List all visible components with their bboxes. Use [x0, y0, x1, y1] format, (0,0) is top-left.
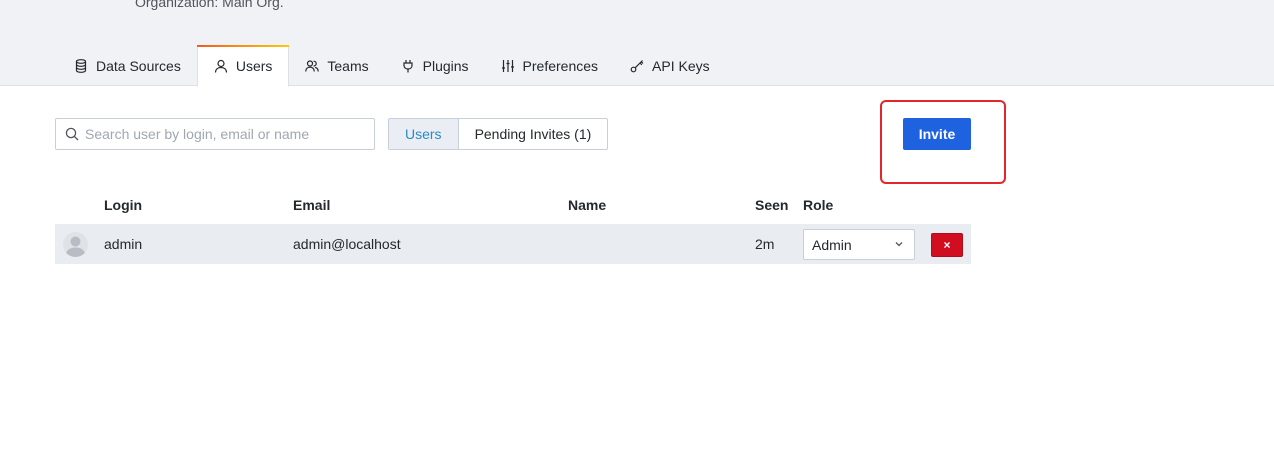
- filter-users-button[interactable]: Users: [389, 119, 459, 149]
- tab-api-keys[interactable]: API Keys: [614, 45, 726, 86]
- tab-label: Users: [235, 58, 273, 74]
- role-select[interactable]: Admin: [803, 229, 915, 260]
- user-seen: 2m: [755, 236, 775, 252]
- tab-label: Data Sources: [96, 57, 181, 74]
- users-icon: [305, 59, 320, 73]
- search-box: [55, 118, 375, 150]
- filter-pending-invites-button[interactable]: Pending Invites (1): [458, 119, 608, 149]
- tab-label: Preferences: [522, 57, 599, 74]
- page-header: Organization: Main Org. Data Sources Use…: [0, 0, 1274, 87]
- user-email: admin@localhost: [293, 236, 401, 252]
- delete-user-button[interactable]: ×: [931, 233, 963, 257]
- column-header-seen: Seen: [755, 197, 789, 213]
- tab-data-sources[interactable]: Data Sources: [58, 45, 197, 86]
- tab-label: Teams: [327, 57, 369, 74]
- column-header-login: Login: [104, 197, 143, 213]
- table-row: admin admin@localhost 2m Admin ×: [55, 224, 971, 264]
- tab-teams[interactable]: Teams: [289, 45, 384, 86]
- tab-users[interactable]: Users: [196, 45, 290, 87]
- annotation-highlight-box: [880, 100, 1006, 184]
- search-icon: [65, 127, 79, 141]
- tab-bar: Data Sources Users Teams Plugins Prefere…: [58, 45, 726, 87]
- user-icon: [214, 59, 228, 73]
- database-icon: [74, 58, 88, 73]
- tab-label: Plugins: [422, 57, 469, 74]
- tab-plugins[interactable]: Plugins: [385, 45, 485, 86]
- user-filter-toggle: Users Pending Invites (1): [388, 118, 609, 150]
- org-subtitle: Organization: Main Org.: [135, 0, 284, 10]
- chevron-down-icon: [894, 239, 904, 249]
- column-header-name: Name: [568, 197, 607, 213]
- sliders-icon: [501, 59, 515, 73]
- key-icon: [630, 59, 644, 73]
- column-header-email: Email: [293, 197, 331, 213]
- plug-icon: [401, 59, 415, 73]
- org-icon: [80, 0, 110, 6]
- column-header-role: Role: [803, 197, 834, 213]
- tab-preferences[interactable]: Preferences: [485, 45, 614, 86]
- search-input[interactable]: [85, 126, 365, 142]
- role-select-value: Admin: [812, 236, 852, 253]
- user-login: admin: [104, 236, 143, 252]
- avatar: [63, 232, 88, 257]
- tab-label: API Keys: [652, 57, 710, 74]
